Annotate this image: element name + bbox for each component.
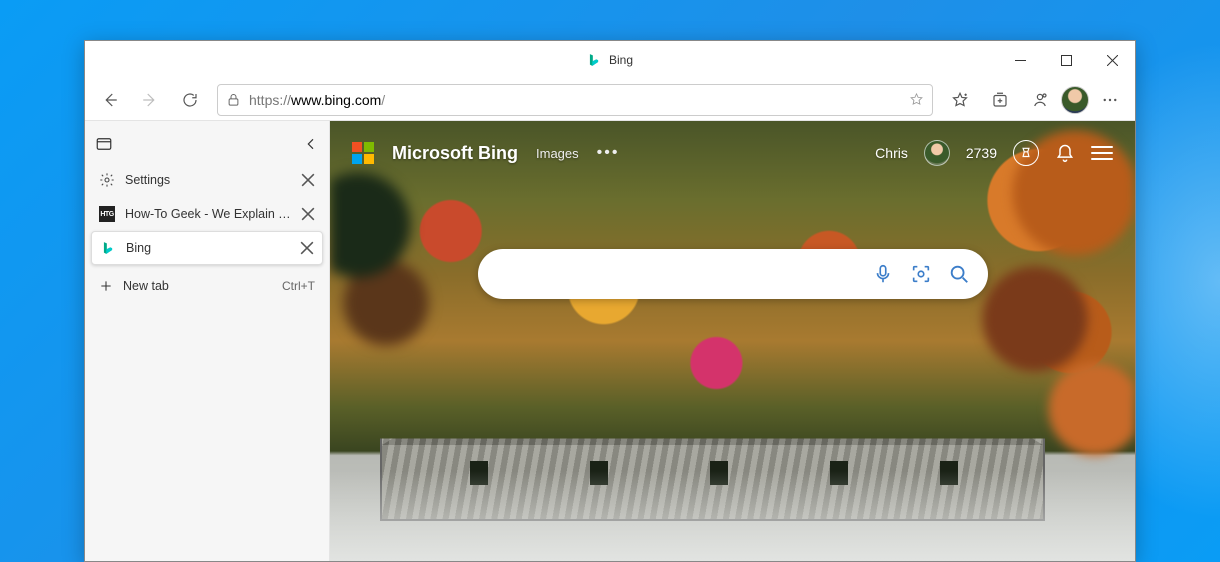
close-tab-icon[interactable]	[301, 207, 315, 221]
new-tab-shortcut: Ctrl+T	[282, 279, 315, 293]
account-button[interactable]	[1021, 83, 1059, 117]
titlebar-title-group: Bing	[587, 53, 633, 67]
htg-favicon: HTG	[99, 206, 115, 222]
favorites-button[interactable]	[941, 83, 979, 117]
tab-label: Settings	[125, 173, 291, 187]
voice-search-icon[interactable]	[872, 263, 894, 285]
tab-howtogeek[interactable]: HTG How-To Geek - We Explain Technology	[91, 197, 323, 231]
plus-icon	[99, 279, 113, 293]
forward-button[interactable]	[131, 83, 169, 117]
background-foliage	[935, 121, 1135, 481]
bing-icon	[587, 53, 601, 67]
new-tab-label: New tab	[123, 279, 272, 293]
hamburger-menu-icon[interactable]	[1091, 146, 1113, 160]
bing-favicon	[101, 241, 115, 255]
vertical-tabs-sidebar: Settings HTG How-To Geek - We Explain Te…	[85, 121, 330, 561]
gear-icon	[99, 172, 115, 188]
visual-search-icon[interactable]	[910, 263, 932, 285]
tab-label: Bing	[126, 241, 290, 255]
address-bar[interactable]: https://www.bing.com/	[217, 84, 933, 116]
background-fog	[330, 471, 1135, 561]
profile-avatar[interactable]	[1061, 86, 1089, 114]
search-input[interactable]	[496, 265, 872, 283]
favorite-star-icon[interactable]	[909, 92, 924, 107]
search-box[interactable]	[478, 249, 988, 299]
new-tab-button[interactable]: New tab Ctrl+T	[91, 269, 323, 303]
tab-bing[interactable]: Bing	[91, 231, 323, 265]
url-text: https://www.bing.com/	[249, 92, 909, 108]
bing-brand: Microsoft Bing	[392, 143, 518, 164]
more-menu-button[interactable]	[1091, 83, 1129, 117]
collapse-sidebar-icon[interactable]	[303, 136, 319, 152]
toolbar: https://www.bing.com/	[85, 79, 1135, 121]
window-controls	[997, 41, 1135, 79]
bing-header: Microsoft Bing Images ••• Chris 2739	[330, 135, 1135, 171]
tab-label: How-To Geek - We Explain Technology	[125, 207, 291, 221]
bing-avatar[interactable]	[924, 140, 950, 166]
maximize-button[interactable]	[1043, 41, 1089, 79]
titlebar: Bing	[85, 41, 1135, 79]
microsoft-logo-icon	[352, 142, 374, 164]
tab-actions-icon[interactable]	[95, 135, 113, 153]
collections-button[interactable]	[981, 83, 1019, 117]
close-tab-icon[interactable]	[301, 173, 315, 187]
minimize-button[interactable]	[997, 41, 1043, 79]
body: Settings HTG How-To Geek - We Explain Te…	[85, 121, 1135, 561]
nav-images[interactable]: Images	[536, 146, 579, 161]
nav-more-icon[interactable]: •••	[597, 144, 620, 162]
window-title: Bing	[609, 53, 633, 67]
close-button[interactable]	[1089, 41, 1135, 79]
page-content: Microsoft Bing Images ••• Chris 2739	[330, 121, 1135, 561]
browser-window: Bing https://www.bing.com/	[84, 40, 1136, 562]
lock-icon	[226, 92, 241, 107]
back-button[interactable]	[91, 83, 129, 117]
tab-settings[interactable]: Settings	[91, 163, 323, 197]
rewards-points[interactable]: 2739	[966, 145, 997, 161]
close-tab-icon[interactable]	[300, 241, 314, 255]
rewards-icon[interactable]	[1013, 140, 1039, 166]
username[interactable]: Chris	[875, 145, 908, 161]
notifications-icon[interactable]	[1055, 143, 1075, 163]
refresh-button[interactable]	[171, 83, 209, 117]
search-icon[interactable]	[948, 263, 970, 285]
